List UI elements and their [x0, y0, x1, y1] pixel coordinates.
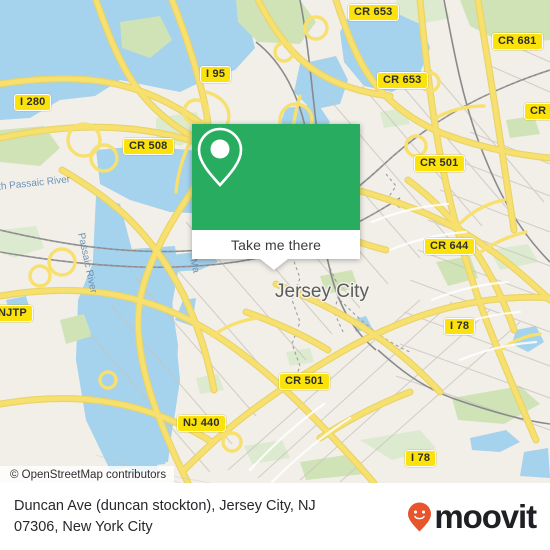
popup-action-button[interactable]: Take me there	[192, 230, 360, 259]
road-shield-cr-653: CR 653	[377, 72, 428, 89]
popup-pointer-tail	[260, 259, 288, 270]
road-shield-cr-644: CR 644	[424, 238, 475, 255]
map-place-label-jersey-city: Jersey City	[275, 281, 369, 302]
moovit-wordmark: moovit	[434, 497, 537, 535]
popup-icon-area	[192, 124, 360, 230]
road-shield-cr-653-north: CR 653	[348, 4, 399, 21]
road-shield-cr-501: CR 501	[279, 373, 330, 390]
road-shield-i-95: I 95	[200, 66, 232, 83]
road-shield-nj-440: NJ 440	[177, 415, 226, 432]
address-line-2: 07306, New York City	[14, 518, 153, 535]
map-canvas[interactable]: .w{fill:#a5d2ec} .pk{fill:#cfe3b6} .pk2{…	[0, 0, 550, 483]
popup-action-label: Take me there	[230, 236, 321, 253]
road-shield-cr-681: CR 681	[492, 33, 543, 50]
road-shield-i-280: I 280	[14, 94, 52, 111]
location-popup-card[interactable]: Take me there	[192, 124, 360, 270]
road-shield-cr-501-north: CR 501	[414, 155, 465, 172]
road-shield-i-78-north: I 78	[444, 318, 476, 335]
road-shield-njtp-clipped: NJTP	[0, 305, 33, 322]
footer-bar: Duncan Ave (duncan stockton), Jersey Cit…	[0, 483, 550, 550]
attribution-text: © OpenStreetMap contributors	[10, 468, 167, 481]
road-shield-i-78-south: I 78	[405, 450, 437, 467]
location-address: Duncan Ave (duncan stockton), Jersey Cit…	[14, 496, 316, 538]
map-attribution[interactable]: © OpenStreetMap contributors	[0, 466, 175, 483]
road-shield-cr-508: CR 508	[123, 138, 174, 155]
moovit-map-screen: .w{fill:#a5d2ec} .pk{fill:#cfe3b6} .pk2{…	[0, 0, 550, 550]
map-pin-icon	[197, 127, 243, 187]
address-line-1: Duncan Ave (duncan stockton), Jersey Cit…	[14, 497, 316, 514]
moovit-smiley-pin-icon	[408, 502, 432, 531]
road-shield-cr-6-clipped: CR 6	[524, 103, 550, 120]
moovit-brand-logo[interactable]: moovit	[407, 497, 537, 535]
